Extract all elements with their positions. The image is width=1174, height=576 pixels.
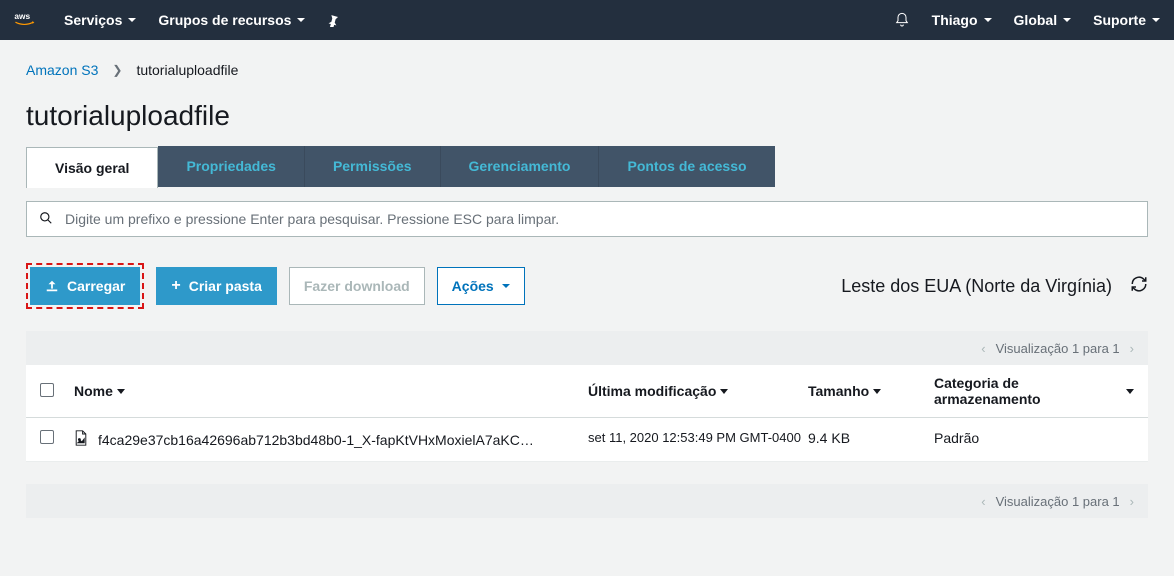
search-box	[26, 201, 1148, 237]
pagination-label: Visualização 1 para 1	[996, 341, 1120, 356]
create-folder-label: Criar pasta	[189, 278, 262, 294]
upload-icon	[45, 279, 59, 293]
upload-label: Carregar	[67, 278, 125, 294]
caret-down-icon	[1063, 18, 1071, 22]
col-check	[40, 383, 74, 400]
pagination-bottom: ‹ Visualização 1 para 1 ›	[26, 484, 1148, 518]
search-input[interactable]	[65, 211, 1135, 227]
nav-user-label: Thiago	[932, 12, 978, 28]
tab-properties[interactable]: Propriedades	[158, 146, 304, 187]
row-name[interactable]: f4ca29e37cb16a42696ab712b3bd48b0-1_X-fap…	[98, 432, 534, 448]
plus-icon: +	[171, 278, 180, 294]
top-navbar: aws Serviços Grupos de recursos Thiago G…	[0, 0, 1174, 40]
refresh-icon[interactable]	[1130, 275, 1148, 298]
caret-down-icon	[502, 284, 510, 288]
caret-down-icon	[128, 18, 136, 22]
tabs: Visão geral Propriedades Permissões Gere…	[26, 146, 1148, 187]
row-check	[40, 430, 74, 447]
toolbar-right: Leste dos EUA (Norte da Virgínia)	[841, 275, 1148, 298]
caret-down-icon	[297, 18, 305, 22]
nav-right: Thiago Global Suporte	[894, 12, 1160, 28]
chevron-right-icon: ❯	[112, 63, 122, 77]
object-table: Nome Última modificação Tamanho Categori…	[26, 365, 1148, 462]
nav-support[interactable]: Suporte	[1093, 12, 1160, 28]
region-display: Leste dos EUA (Norte da Virgínia)	[841, 276, 1112, 297]
tab-overview[interactable]: Visão geral	[26, 147, 158, 188]
nav-resource-groups-label: Grupos de recursos	[158, 12, 291, 28]
col-name-label: Nome	[74, 383, 113, 399]
nav-resource-groups[interactable]: Grupos de recursos	[158, 12, 305, 28]
sort-icon	[873, 389, 881, 394]
create-folder-button[interactable]: + Criar pasta	[156, 267, 277, 305]
sort-icon	[1126, 389, 1134, 394]
col-modified-label: Última modificação	[588, 383, 716, 399]
nav-region[interactable]: Global	[1014, 12, 1072, 28]
nav-left: Serviços Grupos de recursos	[64, 12, 340, 28]
page-prev-icon[interactable]: ‹	[981, 494, 985, 509]
tab-management[interactable]: Gerenciamento	[441, 146, 600, 187]
actions-label: Ações	[452, 278, 494, 294]
caret-down-icon	[984, 18, 992, 22]
search-container	[26, 187, 1148, 237]
breadcrumb-current: tutorialuploadfile	[136, 62, 238, 78]
caret-down-icon	[1152, 18, 1160, 22]
row-size: 9.4 KB	[808, 430, 934, 446]
sort-icon	[117, 389, 125, 394]
download-button: Fazer download	[289, 267, 425, 305]
svg-text:aws: aws	[14, 11, 30, 21]
row-storage: Padrão	[934, 430, 1134, 446]
page-next-icon[interactable]: ›	[1130, 494, 1134, 509]
row-modified: set 11, 2020 12:53:49 PM GMT-0400	[588, 430, 808, 445]
col-size-label: Tamanho	[808, 383, 869, 399]
actions-button[interactable]: Ações	[437, 267, 525, 305]
row-name-cell: f4ca29e37cb16a42696ab712b3bd48b0-1_X-fap…	[74, 430, 588, 449]
col-storage-header[interactable]: Categoria de armazenamento	[934, 375, 1134, 407]
pagination-label: Visualização 1 para 1	[996, 494, 1120, 509]
page-title: tutorialuploadfile	[0, 78, 1174, 146]
nav-user[interactable]: Thiago	[932, 12, 992, 28]
sort-icon	[720, 389, 728, 394]
col-modified-header[interactable]: Última modificação	[588, 383, 808, 399]
tab-permissions[interactable]: Permissões	[305, 146, 441, 187]
toolbar: Carregar + Criar pasta Fazer download Aç…	[26, 263, 1148, 309]
row-checkbox[interactable]	[40, 430, 54, 444]
nav-services[interactable]: Serviços	[64, 12, 136, 28]
page-prev-icon[interactable]: ‹	[981, 341, 985, 356]
col-name-header[interactable]: Nome	[74, 383, 588, 399]
table-row[interactable]: f4ca29e37cb16a42696ab712b3bd48b0-1_X-fap…	[26, 418, 1148, 462]
upload-button[interactable]: Carregar	[30, 267, 140, 305]
search-icon	[39, 211, 53, 228]
notifications-icon[interactable]	[894, 12, 910, 28]
file-icon	[74, 430, 88, 449]
aws-logo[interactable]: aws	[14, 10, 48, 30]
col-size-header[interactable]: Tamanho	[808, 383, 934, 399]
col-storage-label: Categoria de armazenamento	[934, 375, 1118, 407]
pin-icon[interactable]	[327, 14, 340, 27]
pagination-top: ‹ Visualização 1 para 1 ›	[26, 331, 1148, 365]
select-all-checkbox[interactable]	[40, 383, 54, 397]
breadcrumb: Amazon S3 ❯ tutorialuploadfile	[0, 40, 1174, 78]
download-label: Fazer download	[304, 278, 410, 294]
upload-highlight: Carregar	[26, 263, 144, 309]
tab-access-points[interactable]: Pontos de acesso	[599, 146, 774, 187]
table-header: Nome Última modificação Tamanho Categori…	[26, 365, 1148, 418]
breadcrumb-root[interactable]: Amazon S3	[26, 62, 98, 78]
nav-support-label: Suporte	[1093, 12, 1146, 28]
page-next-icon[interactable]: ›	[1130, 341, 1134, 356]
nav-services-label: Serviços	[64, 12, 122, 28]
nav-region-label: Global	[1014, 12, 1058, 28]
